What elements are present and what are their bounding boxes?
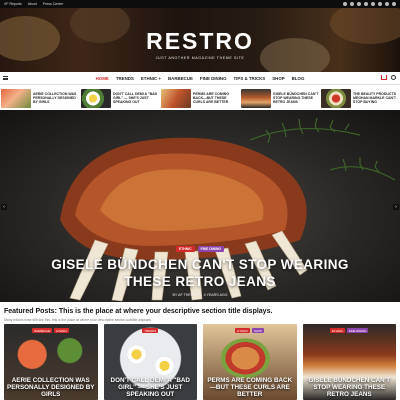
post-title[interactable]: DON'T CALL DEMI A "BAD GIRL" — SHE'S JUS… (113, 92, 159, 105)
post-thumbnail[interactable] (81, 88, 111, 108)
featured-card[interactable]: BARBECUE ETHNIC AERIE COLLECTION WAS PER… (4, 324, 98, 400)
post-title[interactable]: GISELE BÜNDCHEN CAN'T STOP WEARING THESE… (273, 92, 319, 105)
post-title[interactable]: AERIE COLLECTION WAS PERSONALLY DESIGNED… (33, 92, 79, 105)
list-item[interactable]: THE BEAUTY PRODUCTS MEGHAN MARKLE CAN'T … (321, 86, 399, 110)
site-logo[interactable]: RESTRO (0, 28, 400, 55)
list-item[interactable]: GISELE BÜNDCHEN CAN'T STOP WEARING THESE… (241, 86, 319, 110)
category-badge[interactable]: ETHNIC (235, 328, 251, 333)
nav-item-ethnic[interactable]: ETHNIC + (141, 76, 161, 81)
section-subtitle: Many editors write title like this, this… (4, 318, 152, 322)
nav-item-fine-dining[interactable]: FINE DINING (200, 76, 227, 81)
vimeo-icon[interactable] (385, 2, 389, 6)
search-icon[interactable] (392, 2, 396, 6)
main-nav: HOME TRENDS ETHNIC + BARBECUE FINE DININ… (0, 72, 400, 85)
category-badge[interactable]: TRENDS (142, 328, 159, 333)
category-badge[interactable]: FINE DINING (346, 328, 369, 333)
card-title[interactable]: AERIE COLLECTION WAS PERSONALLY DESIGNED… (6, 377, 96, 398)
top-link[interactable]: About (28, 2, 37, 6)
rss-icon[interactable] (371, 2, 375, 6)
post-date: 4 YEARS AGO (203, 293, 228, 297)
post-title[interactable]: THE BEAUTY PRODUCTS MEGHAN MARKLE CAN'T … (353, 92, 399, 105)
nav-item-home[interactable]: HOME (96, 76, 109, 81)
facebook-icon[interactable] (343, 2, 347, 6)
slider-next-button[interactable]: › (393, 204, 399, 210)
card-title[interactable]: DON'T CALL DEMI A "BAD GIRL" — SHE'S JUS… (106, 377, 196, 398)
search-icon[interactable] (391, 75, 396, 80)
category-badge[interactable]: ETHNIC (54, 328, 70, 333)
nav-item-trends[interactable]: TRENDS (116, 76, 134, 81)
site-tagline: JUST ANOTHER MAGAZINE THEME SITE (155, 56, 245, 60)
category-badge[interactable]: SHOP (252, 328, 265, 333)
category-badge[interactable]: FINE DINING (197, 246, 225, 252)
list-item[interactable]: PERMS ARE COMING BACK—BUT THESE CURLS AR… (161, 86, 239, 110)
nav-item-blog[interactable]: BLOG (292, 76, 305, 81)
twitter-icon[interactable] (350, 2, 354, 6)
featured-card[interactable]: TRENDS DON'T CALL DEMI A "BAD GIRL" — SH… (103, 324, 197, 400)
top-bar: XF Reports About Press Center (0, 0, 400, 8)
post-thumbnail[interactable] (1, 88, 31, 108)
post-thumbnail[interactable] (161, 88, 191, 108)
slide-categories: ETHNIC FINE DINING (0, 246, 400, 252)
youtube-icon[interactable] (378, 2, 382, 6)
section-title: Featured Posts: This is the place at whe… (4, 308, 273, 315)
nav-item-shop[interactable]: SHOP (272, 76, 284, 81)
social-links (343, 2, 396, 6)
post-thumbnail[interactable] (321, 88, 351, 108)
slide-title[interactable]: GISELE BÜNDCHEN CAN'T STOP WEARING THESE… (40, 256, 360, 290)
featured-card[interactable]: ETHNIC SHOP PERMS ARE COMING BACK—BUT TH… (203, 324, 297, 400)
category-badge[interactable]: ETHNIC (175, 246, 195, 252)
post-author[interactable]: BY AF THEMES (173, 293, 199, 297)
menu-icon[interactable] (3, 76, 8, 80)
nav-item-tips[interactable]: TIPS & TRICKS (234, 76, 266, 81)
card-title[interactable]: PERMS ARE COMING BACK—BUT THESE CURLS AR… (205, 377, 295, 398)
top-link[interactable]: XF Reports (4, 2, 22, 6)
list-item[interactable]: AERIE COLLECTION WAS PERSONALLY DESIGNED… (1, 86, 79, 110)
site-header: RESTRO JUST ANOTHER MAGAZINE THEME SITE (0, 8, 400, 72)
latest-posts-strip: AERIE COLLECTION WAS PERSONALLY DESIGNED… (0, 86, 400, 110)
list-item[interactable]: DON'T CALL DEMI A "BAD GIRL" — SHE'S JUS… (81, 86, 159, 110)
featured-posts-grid: BARBECUE ETHNIC AERIE COLLECTION WAS PER… (4, 324, 396, 400)
category-badge[interactable]: BARBECUE (32, 328, 53, 333)
card-title[interactable]: GISELE BÜNDCHEN CAN'T STOP WEARING THESE… (305, 377, 395, 398)
post-title[interactable]: PERMS ARE COMING BACK—BUT THESE CURLS AR… (193, 92, 239, 105)
top-link[interactable]: Press Center (43, 2, 63, 6)
slider-prev-button[interactable]: ‹ (1, 204, 7, 210)
category-badge[interactable]: ETHNIC (330, 328, 345, 333)
slide-meta: BY AF THEMES 4 YEARS AGO (0, 293, 400, 297)
instagram-icon[interactable] (364, 2, 368, 6)
cart-icon[interactable] (381, 75, 387, 80)
pinterest-icon[interactable] (357, 2, 361, 6)
nav-item-barbecue[interactable]: BARBECUE (168, 76, 193, 81)
post-thumbnail[interactable] (241, 88, 271, 108)
featured-card[interactable]: ETHNIC FINE DINING GISELE BÜNDCHEN CAN'T… (302, 324, 396, 400)
